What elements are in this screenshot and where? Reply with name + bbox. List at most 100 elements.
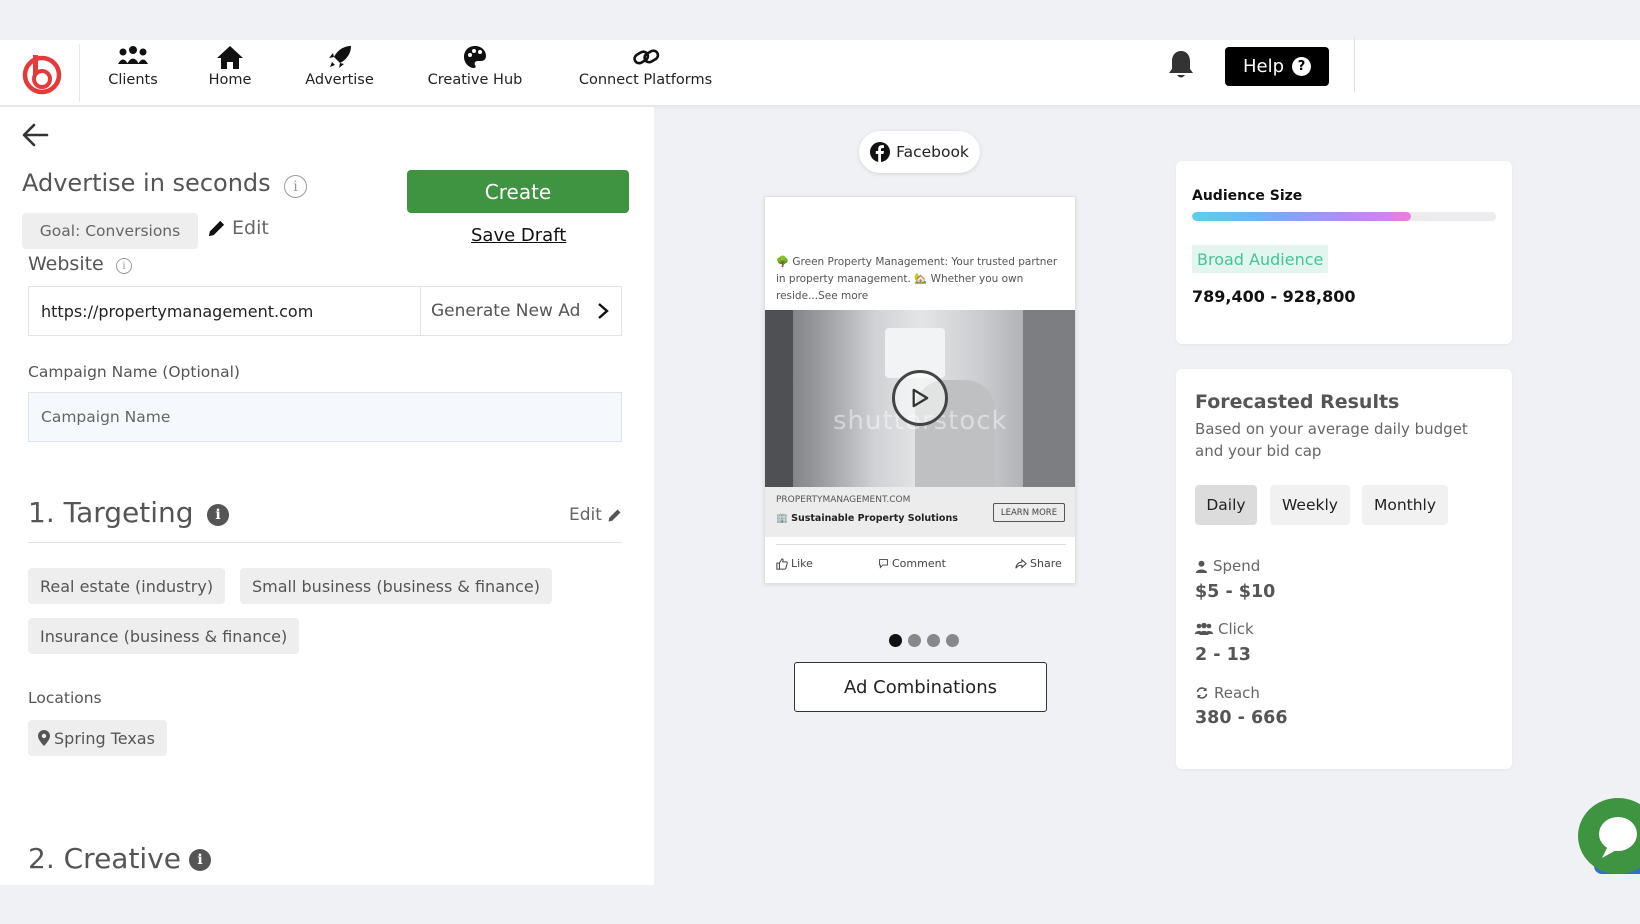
click-value: 2 - 13 [1195,645,1251,665]
period-weekly-button[interactable]: Weekly [1270,485,1350,525]
link-icon [632,49,659,65]
facebook-platform-pill[interactable]: Facebook [859,131,980,173]
website-input[interactable]: https://propertymanagement.com [28,286,422,336]
save-draft-link[interactable]: Save Draft [471,225,566,246]
users-icon [118,46,148,64]
location-label: Spring Texas [54,728,155,748]
carousel-dot[interactable] [908,634,921,647]
broad-audience-badge: Broad Audience [1192,245,1329,273]
thumbs-up-icon [776,557,788,570]
nav-creative-hub[interactable]: Creative Hub [424,44,526,94]
chevron-right-icon [598,303,609,319]
facebook-icon [870,142,891,162]
interest-tag: Small business (business & finance) [240,568,553,604]
reach-label: Reach [1195,684,1260,702]
question-icon: ? [1292,57,1312,76]
nav-label: Home [208,72,252,88]
reach-label-text: Reach [1214,684,1260,702]
ad-video-thumbnail: shutterstock [765,310,1075,487]
play-icon [912,388,929,408]
users-icon [1195,622,1213,635]
ad-action-divider [776,544,1066,545]
bell-icon[interactable] [1165,48,1197,82]
period-monthly-button[interactable]: Monthly [1362,485,1448,525]
edit-label: Edit [232,217,269,239]
click-label-text: Click [1218,620,1254,638]
period-daily-button[interactable]: Daily [1195,485,1257,525]
ad-domain: PROPERTYMANAGEMENT.COM [776,495,911,505]
audience-size-fill [1192,212,1411,221]
play-button[interactable] [892,370,948,426]
pencil-icon [208,220,225,236]
campaign-name-label: Campaign Name (Optional) [28,363,240,381]
audience-size-title: Audience Size [1192,188,1303,204]
spend-label-text: Spend [1213,557,1261,575]
campaign-name-input[interactable] [28,392,622,442]
nav-home[interactable]: Home [205,44,255,94]
refresh-icon [1196,687,1208,699]
carousel-dot[interactable] [946,634,959,647]
generate-new-ad-button[interactable]: Generate New Ad [420,286,622,336]
edit-label: Edit [569,505,602,525]
reach-value: 380 - 666 [1195,708,1288,728]
creative-title: 2. Creative [28,842,182,875]
interest-tag: Insurance (business & finance) [28,618,300,654]
info-icon[interactable]: i [284,175,307,198]
forecast-subtitle: Based on your average daily budget and y… [1195,420,1468,460]
back-arrow-icon[interactable] [20,121,50,149]
nav-connect-platforms[interactable]: Connect Platforms [573,44,718,94]
audience-size-meter [1192,212,1496,221]
learn-more-button[interactable]: LEARN MORE [993,503,1065,522]
spend-label: Spend [1195,557,1260,575]
top-nav-bar: Clients Home Advertise Creative Hub Conn… [0,36,1640,106]
edit-goal-button[interactable]: Edit [207,217,269,239]
comment-label: Comment [892,557,946,570]
like-action[interactable]: Like [776,557,813,570]
carousel-dot[interactable] [927,634,940,647]
page-title: Advertise in seconds [22,169,271,197]
carousel-dots [889,634,959,647]
forecast-title: Forecasted Results [1195,391,1400,413]
nav-divider [79,44,80,102]
comment-icon [879,559,888,569]
locations-label: Locations [28,689,102,707]
share-action[interactable]: Share [1015,557,1062,570]
video-frame-right [1023,310,1075,487]
targeting-title: 1. Targeting [28,496,194,529]
platform-label: Facebook [896,143,969,161]
create-button[interactable]: Create [407,170,629,213]
info-icon[interactable]: i [189,849,211,871]
pencil-icon [608,509,621,521]
nav-advertise[interactable]: Advertise [302,44,377,94]
ad-preview-card: 🌳 Green Property Management: Your truste… [764,196,1076,584]
ad-primary-text: 🌳 Green Property Management: Your truste… [776,256,1058,302]
nav-clients[interactable]: Clients [103,44,163,94]
website-label: Website [28,253,104,275]
user-icon [1195,560,1208,573]
map-pin-icon [38,730,50,746]
nav-label: Creative Hub [427,72,523,88]
ad-headline: 🏢 Sustainable Property Solutions [776,513,958,524]
chat-widget-button[interactable] [1578,798,1640,874]
info-icon[interactable]: i [207,504,229,526]
location-tag: Spring Texas [28,720,167,756]
help-label: Help [1242,56,1285,77]
ad-builder-panel: Advertise in seconds i Goal: Conversions… [0,107,654,885]
nav-divider-right [1354,36,1355,92]
home-icon [217,46,243,69]
comment-action[interactable]: Comment [878,557,946,570]
info-icon[interactable]: i [116,258,132,274]
rocket-icon [328,46,351,68]
edit-targeting-button[interactable]: Edit [569,505,622,525]
spend-value: $5 - $10 [1195,582,1276,602]
help-button[interactable]: Help ? [1225,47,1329,86]
chat-icon [1599,817,1637,858]
share-label: Share [1030,557,1062,570]
generate-label: Generate New Ad [431,301,581,321]
ad-combinations-button[interactable]: Ad Combinations [794,662,1047,712]
ad-link-footer: PROPERTYMANAGEMENT.COM 🏢 Sustainable Pro… [765,487,1075,537]
carousel-dot[interactable] [889,634,902,647]
brand-logo[interactable] [14,45,70,101]
nav-label: Clients [108,72,158,88]
audience-range: 789,400 - 928,800 [1192,287,1356,306]
